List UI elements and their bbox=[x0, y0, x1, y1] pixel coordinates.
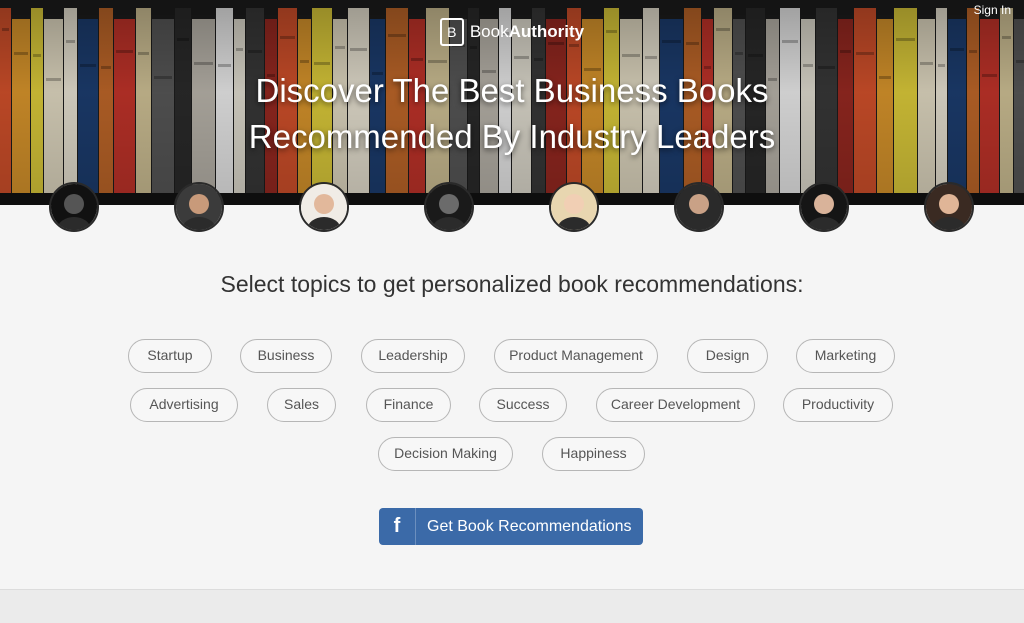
leader-avatars bbox=[0, 182, 1024, 236]
footer-strip bbox=[0, 589, 1024, 623]
get-recommendations-label: Get Book Recommendations bbox=[427, 518, 632, 535]
topic-pill-sales[interactable]: Sales bbox=[267, 388, 336, 422]
sign-in-link[interactable]: Sign In bbox=[974, 3, 1011, 17]
avatar-6 bbox=[674, 182, 724, 232]
topic-pill-happiness[interactable]: Happiness bbox=[542, 437, 645, 471]
page-headline: Discover The Best Business Books Recomme… bbox=[0, 68, 1024, 160]
avatar-portrait-icon bbox=[176, 184, 222, 230]
hero-banner: B BookAuthority Sign In Discover The Best… bbox=[0, 0, 1024, 205]
brand-name-part2: Authority bbox=[508, 22, 585, 41]
avatar-2 bbox=[174, 182, 224, 232]
avatar-portrait-icon bbox=[551, 184, 597, 230]
topic-pill-design[interactable]: Design bbox=[687, 339, 768, 373]
topic-pill-decision-making[interactable]: Decision Making bbox=[378, 437, 513, 471]
avatar-3 bbox=[299, 182, 349, 232]
get-recommendations-button[interactable]: f Get Book Recommendations bbox=[379, 508, 643, 545]
topic-pill-advertising[interactable]: Advertising bbox=[130, 388, 238, 422]
topic-pill-marketing[interactable]: Marketing bbox=[796, 339, 895, 373]
topic-pill-product-management[interactable]: Product Management bbox=[494, 339, 658, 373]
topics-heading: Select topics to get personalized book r… bbox=[220, 271, 804, 297]
topic-pill-startup[interactable]: Startup bbox=[128, 339, 212, 373]
brand-mark-icon: B bbox=[439, 18, 464, 46]
avatar-5 bbox=[549, 182, 599, 232]
avatar-7 bbox=[799, 182, 849, 232]
topic-pill-productivity[interactable]: Productivity bbox=[783, 388, 893, 422]
topic-pill-leadership[interactable]: Leadership bbox=[361, 339, 465, 373]
avatar-portrait-icon bbox=[676, 184, 722, 230]
topic-pill-business[interactable]: Business bbox=[240, 339, 332, 373]
brand-name-part1: Book bbox=[469, 22, 509, 41]
facebook-icon: f bbox=[379, 508, 416, 545]
avatar-portrait-icon bbox=[801, 184, 847, 230]
brand-logo[interactable]: B BookAuthority bbox=[0, 18, 1024, 46]
topic-pill-career-development[interactable]: Career Development bbox=[596, 388, 755, 422]
avatar-1 bbox=[49, 182, 99, 232]
topic-pill-success[interactable]: Success bbox=[479, 388, 567, 422]
avatar-4 bbox=[424, 182, 474, 232]
topic-pill-finance[interactable]: Finance bbox=[366, 388, 451, 422]
avatar-portrait-icon bbox=[301, 184, 347, 230]
avatar-portrait-icon bbox=[926, 184, 972, 230]
headline-line-1: Discover The Best Business Books bbox=[255, 72, 769, 109]
headline-line-2: Recommended By Industry Leaders bbox=[248, 118, 776, 155]
avatar-portrait-icon bbox=[426, 184, 472, 230]
avatar-8 bbox=[924, 182, 974, 232]
avatar-portrait-icon bbox=[51, 184, 97, 230]
